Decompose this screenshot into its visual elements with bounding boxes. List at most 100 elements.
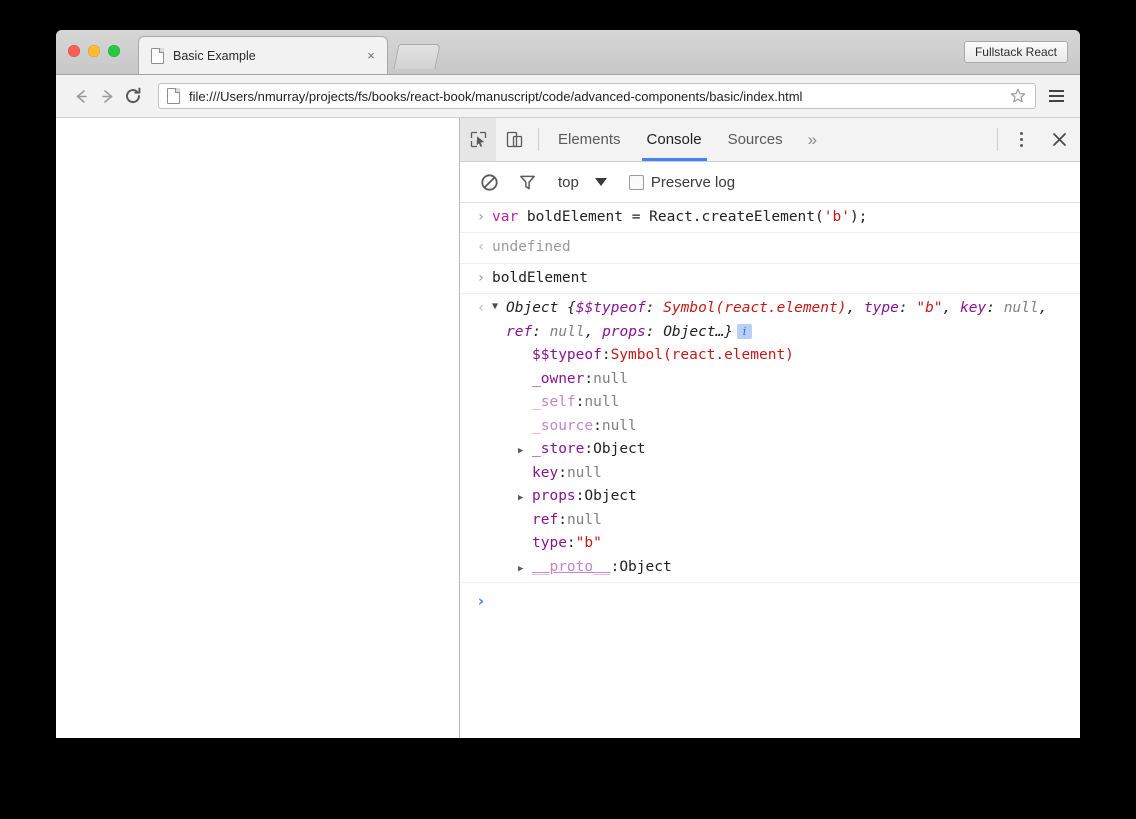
token-null: null <box>1003 300 1039 317</box>
property-value: null <box>566 464 602 481</box>
console-prompt-input[interactable] <box>492 592 1068 610</box>
property-value: null <box>593 370 629 387</box>
reload-icon[interactable] <box>120 83 146 109</box>
token-obj: : <box>986 300 1004 317</box>
device-toolbar-toggle-icon[interactable] <box>496 118 532 161</box>
property-separator: : <box>558 511 567 528</box>
preserve-log-checkbox[interactable]: Preserve log <box>628 173 736 191</box>
token-prop: key <box>960 300 987 317</box>
object-summary-row[interactable]: ▼ Object {$$typeof: Symbol(react.element… <box>492 297 1068 344</box>
close-devtools-icon[interactable] <box>1038 118 1080 161</box>
console-filter-bar: top Preserve log <box>460 162 1080 203</box>
minimize-window-button[interactable] <box>88 45 100 57</box>
clear-console-icon[interactable] <box>472 173 506 192</box>
browser-window: Basic Example × Fullstack React file:///… <box>56 30 1080 738</box>
object-property-row: _self: null <box>532 391 1068 414</box>
tabbar-spacer <box>829 118 991 161</box>
property-separator: : <box>558 464 567 481</box>
console-output-value: undefined <box>492 239 571 256</box>
tab-elements[interactable]: Elements <box>545 118 634 161</box>
extension-button-fullstack-react[interactable]: Fullstack React <box>963 41 1068 63</box>
bookmark-star-icon[interactable] <box>1009 87 1027 105</box>
tab-sources[interactable]: Sources <box>715 118 796 161</box>
property-separator: : <box>601 347 611 364</box>
disclosure-triangle-icon[interactable]: ▶ <box>518 491 532 506</box>
checkbox-box[interactable] <box>628 174 644 190</box>
navigation-toolbar: Fullstack React file:///Users/nmurray/pr… <box>56 41 1080 118</box>
console-input-arrow-icon: › <box>478 269 484 286</box>
console-prompt-caret-icon: › <box>477 592 485 611</box>
property-separator: : <box>610 558 620 575</box>
token-prop: props <box>602 323 646 340</box>
new-tab-button[interactable] <box>393 44 441 69</box>
object-property-list: $$typeof: Symbol(react.element) _owner: n… <box>492 344 1068 579</box>
window-traffic-lights <box>68 45 120 57</box>
console-input-expression: var boldElement = React.createElement('b… <box>492 206 1068 229</box>
property-value: null <box>566 511 602 528</box>
browser-menu-icon[interactable] <box>1044 83 1068 109</box>
disclosure-triangle-icon[interactable]: ▶ <box>518 444 532 459</box>
close-tab-icon[interactable]: × <box>363 48 379 64</box>
close-window-button[interactable] <box>68 45 80 57</box>
property-separator: : <box>575 488 585 505</box>
token-red: Symbol(react.element) <box>663 300 847 317</box>
page-document-icon <box>167 88 180 104</box>
console-row-output: ‹ undefined <box>460 232 1080 262</box>
back-icon[interactable] <box>68 83 94 109</box>
property-value: "b" <box>575 535 602 552</box>
inspect-element-icon[interactable] <box>460 118 496 161</box>
token-obj: : <box>645 300 664 317</box>
address-bar-url: file:///Users/nmurray/projects/fs/books/… <box>189 88 803 104</box>
browser-tab[interactable]: Basic Example × <box>138 36 388 74</box>
property-separator: : <box>593 417 602 434</box>
preserve-log-label: Preserve log <box>650 173 736 191</box>
token-prop: $$typeof <box>575 300 646 317</box>
page-viewport <box>56 118 460 738</box>
object-property-row: type: "b" <box>532 532 1068 555</box>
object-property-row: _source: null <box>532 415 1068 438</box>
zoom-window-button[interactable] <box>108 45 120 57</box>
console-message-list[interactable]: › var boldElement = React.createElement(… <box>460 203 1080 738</box>
token-obj: Object… <box>663 323 725 340</box>
token-obj: : <box>898 300 917 317</box>
filter-funnel-icon[interactable] <box>510 173 544 192</box>
console-prompt[interactable]: › <box>460 582 1080 619</box>
property-value: null <box>601 417 637 434</box>
token-keyword: var <box>492 209 519 225</box>
forward-icon[interactable] <box>94 83 120 109</box>
devtools-more-options-icon[interactable] <box>1004 118 1038 161</box>
console-context-selector[interactable]: top <box>558 174 607 191</box>
token-plain: ); <box>849 209 868 225</box>
property-name: props <box>532 488 576 505</box>
property-name: __proto__ <box>532 558 611 575</box>
console-output-arrow-icon: ‹ <box>478 300 484 317</box>
token-obj: Object <box>506 300 568 317</box>
disclosure-triangle-icon[interactable]: ▶ <box>518 562 532 577</box>
object-property-row[interactable]: ▶ props: Object <box>518 485 1068 508</box>
property-name: ref <box>532 511 559 528</box>
property-value: Object <box>593 441 646 458</box>
object-property-row[interactable]: ▶ __proto__: Object <box>518 556 1068 579</box>
token-obj: : <box>532 323 550 340</box>
token-obj: , <box>584 323 603 340</box>
address-bar[interactable]: file:///Users/nmurray/projects/fs/books/… <box>158 83 1036 109</box>
property-value: Object <box>619 558 672 575</box>
info-badge-icon[interactable]: i <box>737 324 753 340</box>
devtools-tabbar: Elements Console Sources » <box>460 118 1080 162</box>
browser-tab-title: Basic Example <box>173 48 256 63</box>
more-tabs-icon[interactable]: » <box>796 118 829 161</box>
token-obj: { <box>567 300 576 317</box>
object-property-row[interactable]: ▶ _store: Object <box>518 438 1068 461</box>
object-summary-text: Object {$$typeof: Symbol(react.element),… <box>506 297 1068 344</box>
property-value: Object <box>584 488 637 505</box>
token-prop: ref <box>506 323 533 340</box>
disclosure-triangle-open-icon[interactable]: ▼ <box>492 297 506 316</box>
property-separator: : <box>584 441 594 458</box>
console-output-arrow-icon: ‹ <box>478 239 484 256</box>
property-name: type <box>532 535 567 552</box>
content-area: Elements Console Sources » top Preserve … <box>56 118 1080 738</box>
toolbar-divider <box>538 128 539 151</box>
token-prop: type <box>863 300 899 317</box>
property-separator: : <box>575 394 585 411</box>
tab-console[interactable]: Console <box>634 118 715 161</box>
